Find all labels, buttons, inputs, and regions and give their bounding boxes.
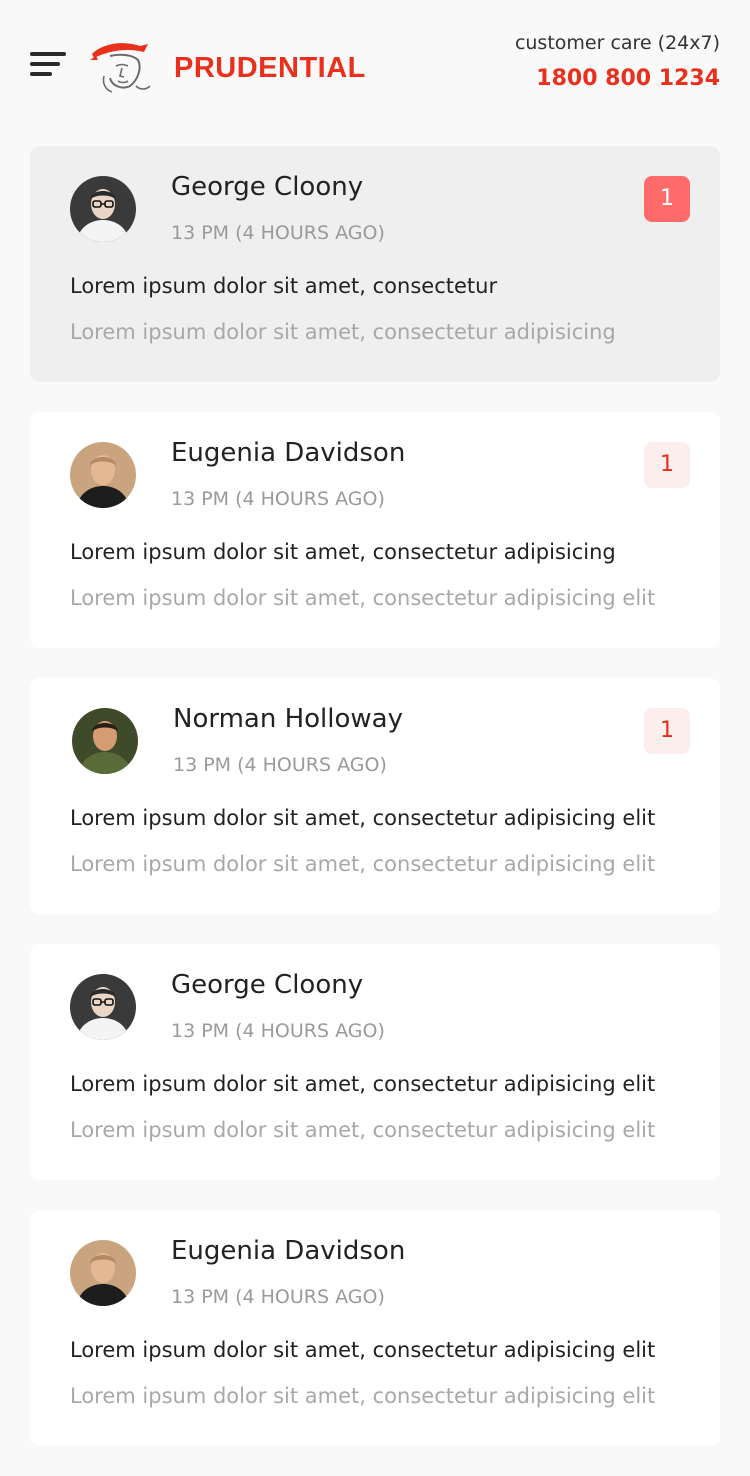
message-subtext: Lorem ipsum dolor sit amet, consectetur … <box>70 320 616 344</box>
avatar <box>72 708 138 774</box>
app-header: PRUDENTIAL customer care (24x7) 1800 800… <box>0 0 750 120</box>
message-preview: Lorem ipsum dolor sit amet, consectetur … <box>70 540 616 564</box>
customer-care-phone-link[interactable]: 1800 800 1234 <box>515 64 720 94</box>
sender-name: Norman Holloway <box>173 704 403 734</box>
message-card[interactable]: George Cloony 13 PM (4 HOURS AGO) Lorem ip… <box>30 146 720 382</box>
message-time: 13 PM (4 HOURS AGO) <box>171 1020 385 1042</box>
message-time: 13 PM (4 HOURS AGO) <box>171 488 385 510</box>
avatar <box>70 442 136 508</box>
message-list: George Cloony 13 PM (4 HOURS AGO) Lorem ip… <box>30 146 720 1476</box>
sender-name: Eugenia Davidson <box>171 1236 406 1266</box>
message-preview: Lorem ipsum dolor sit amet, consectetur … <box>70 1338 656 1362</box>
message-subtext: Lorem ipsum dolor sit amet, consectetur … <box>70 1118 656 1142</box>
message-preview: Lorem ipsum dolor sit amet, consectetur … <box>70 806 656 830</box>
sender-name: Eugenia Davidson <box>171 438 406 468</box>
message-time: 13 PM (4 HOURS AGO) <box>173 754 387 776</box>
message-time: 13 PM (4 HOURS AGO) <box>171 222 385 244</box>
message-subtext: Lorem ipsum dolor sit amet, consectetur … <box>70 852 656 876</box>
message-card[interactable]: Eugenia Davidson 13 PM (4 HOURS AGO) Lorem… <box>30 1210 720 1446</box>
customer-care: customer care (24x7) 1800 800 1234 <box>515 30 720 94</box>
unread-count-badge: 1 <box>644 176 690 222</box>
message-card[interactable]: Eugenia Davidson 13 PM (4 HOURS AGO) Lorem… <box>30 412 720 648</box>
brand-name: PRUDENTIAL <box>174 52 366 84</box>
message-preview: Lorem ipsum dolor sit amet, consectetur <box>70 274 498 298</box>
unread-count-badge: 1 <box>644 708 690 754</box>
sender-name: George Cloony <box>171 172 364 202</box>
prudential-logo[interactable]: PRUDENTIAL <box>88 36 388 96</box>
hamburger-menu-icon[interactable] <box>30 52 66 80</box>
message-preview: Lorem ipsum dolor sit amet, consectetur … <box>70 1072 656 1096</box>
message-card[interactable]: George Cloony 13 PM (4 HOURS AGO) Lorem ip… <box>30 944 720 1180</box>
message-subtext: Lorem ipsum dolor sit amet, consectetur … <box>70 1384 656 1408</box>
avatar <box>70 974 136 1040</box>
message-subtext: Lorem ipsum dolor sit amet, consectetur … <box>70 586 656 610</box>
avatar <box>70 1240 136 1306</box>
message-card[interactable]: Norman Holloway 13 PM (4 HOURS AGO) Lorem … <box>30 678 720 914</box>
customer-care-label: customer care (24x7) <box>514 32 720 54</box>
avatar <box>70 176 136 242</box>
sender-name: George Cloony <box>171 970 364 1000</box>
message-time: 13 PM (4 HOURS AGO) <box>171 1286 385 1308</box>
unread-count-badge: 1 <box>644 442 690 488</box>
